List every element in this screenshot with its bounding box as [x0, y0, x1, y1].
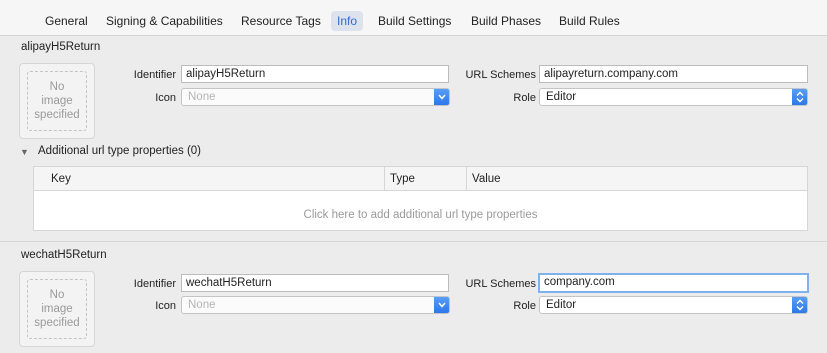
- icon-popup-value: None: [188, 299, 216, 311]
- tab-build-rules[interactable]: Build Rules: [553, 11, 626, 31]
- no-image-placeholder: No image specified: [27, 71, 87, 131]
- identifier-label: Identifier: [133, 69, 176, 81]
- role-popup[interactable]: Editor: [539, 88, 808, 106]
- icon-popup[interactable]: None: [181, 88, 450, 106]
- section-divider: [0, 241, 827, 242]
- identifier-field[interactable]: wechatH5Return: [181, 274, 449, 292]
- updown-arrows-icon: [792, 297, 807, 313]
- role-popup[interactable]: Editor: [539, 296, 808, 314]
- additional-properties-title[interactable]: Additional url type properties (0): [38, 145, 201, 157]
- url-type-image-well[interactable]: No image specified: [19, 63, 95, 139]
- column-header-key[interactable]: Key: [34, 167, 384, 191]
- identifier-label: Identifier: [133, 278, 176, 290]
- column-header-type[interactable]: Type: [384, 167, 466, 191]
- identifier-field[interactable]: alipayH5Return: [181, 65, 449, 83]
- icon-label: Icon: [155, 300, 176, 312]
- table-header: Key Type Value: [34, 167, 807, 191]
- tab-info[interactable]: Info: [331, 11, 364, 31]
- url-type-title: wechatH5Return: [21, 249, 107, 261]
- role-label: Role: [513, 92, 536, 104]
- url-schemes-label: URL Schemes: [465, 278, 536, 290]
- url-schemes-label: URL Schemes: [465, 69, 536, 81]
- role-popup-value: Editor: [546, 299, 577, 311]
- role-popup-value: Editor: [546, 91, 577, 103]
- additional-properties-table[interactable]: Key Type Value Click here to add additio…: [33, 166, 808, 231]
- disclosure-triangle-icon[interactable]: ▼: [20, 147, 29, 157]
- no-image-placeholder: No image specified: [27, 279, 87, 339]
- no-image-label: No image specified: [34, 289, 80, 329]
- tab-resource-tags[interactable]: Resource Tags: [235, 11, 327, 31]
- url-schemes-field[interactable]: alipayreturn.company.com: [539, 65, 808, 83]
- no-image-label: No image specified: [34, 81, 80, 121]
- icon-popup-value: None: [188, 91, 216, 103]
- add-property-hint[interactable]: Click here to add additional url type pr…: [34, 209, 807, 221]
- tab-general[interactable]: General: [39, 11, 94, 31]
- tab-signing-capabilities[interactable]: Signing & Capabilities: [100, 11, 229, 31]
- url-type-image-well[interactable]: No image specified: [19, 271, 95, 347]
- tab-build-phases[interactable]: Build Phases: [465, 11, 547, 31]
- icon-popup[interactable]: None: [181, 296, 450, 314]
- url-type-title: alipayH5Return: [21, 41, 101, 53]
- role-label: Role: [513, 300, 536, 312]
- column-header-value[interactable]: Value: [466, 167, 809, 191]
- updown-arrows-icon: [792, 89, 807, 105]
- icon-label: Icon: [155, 92, 176, 104]
- tab-build-settings[interactable]: Build Settings: [372, 11, 457, 31]
- editor-tab-bar: General Signing & Capabilities Resource …: [0, 0, 827, 36]
- url-schemes-field[interactable]: company.com: [538, 273, 809, 293]
